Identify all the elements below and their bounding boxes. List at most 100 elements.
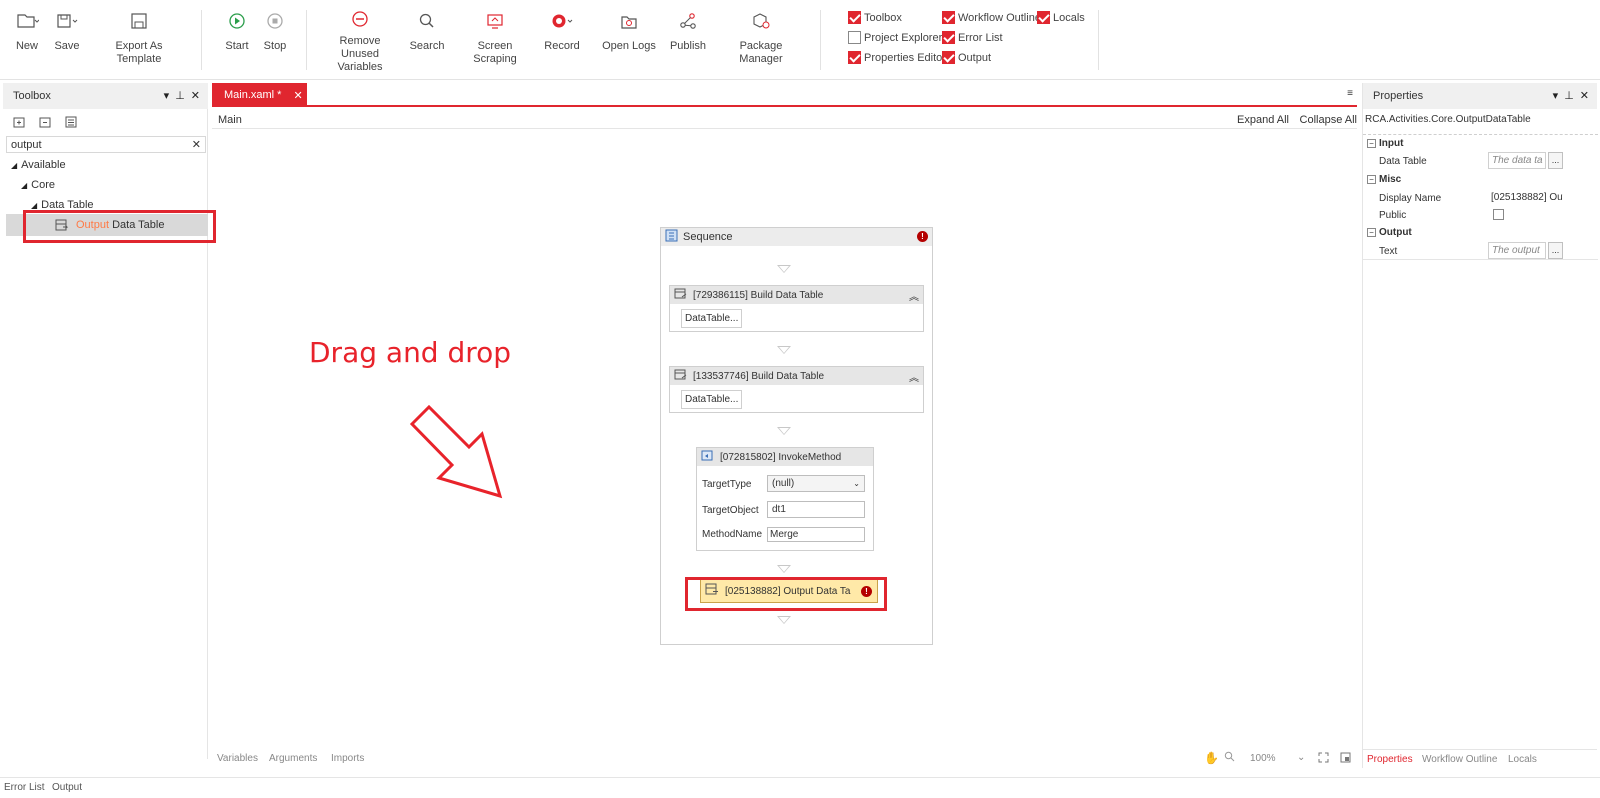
property-label: Display Name [1379, 193, 1442, 204]
expand-tree-icon[interactable] [11, 115, 27, 132]
drop-target-icon[interactable] [777, 265, 791, 273]
target-object-input[interactable]: dt1 [767, 501, 865, 518]
start-button[interactable]: Start [222, 8, 252, 74]
checkbox-checked[interactable] [848, 11, 861, 24]
dropdown-icon[interactable]: ▾ [1553, 89, 1559, 102]
activity-title: [072815802] InvokeMethod [720, 451, 842, 463]
close-tab-icon[interactable]: ✕ [293, 89, 302, 102]
pin-icon[interactable]: ⊥ [175, 89, 185, 102]
toolbox-toggle[interactable]: Toolbox [848, 11, 902, 24]
tab-main-xaml[interactable]: Main.xaml * ✕ [212, 83, 307, 107]
display-name-input[interactable]: [025138882] Out [1488, 189, 1563, 206]
list-view-icon[interactable] [63, 115, 79, 132]
property-category-input[interactable]: − Input [1363, 134, 1598, 152]
build-data-table-activity-2[interactable]: [133537746] Build Data Table ︽ DataTable… [669, 366, 924, 413]
chevron-down-icon[interactable]: ⌄ [1297, 752, 1305, 763]
dropdown-icon[interactable]: ▾ [164, 89, 170, 102]
ellipsis-button[interactable]: ... [1548, 242, 1563, 259]
workflow-outline-toggle[interactable]: Workflow Outline [942, 11, 1041, 24]
close-icon[interactable]: ✕ [1580, 89, 1589, 102]
output-tab[interactable]: Output [52, 782, 82, 793]
drop-target-icon[interactable] [777, 346, 791, 354]
properties-editor-toggle[interactable]: Properties Editor [848, 51, 946, 64]
invoke-method-activity[interactable]: [072815802] InvokeMethod TargetType (nul… [696, 447, 874, 551]
build-data-table-icon [674, 288, 688, 303]
drop-target-icon[interactable] [777, 616, 791, 624]
checkbox-checked[interactable] [942, 11, 955, 24]
method-name-input[interactable]: Merge [767, 527, 865, 542]
new-button[interactable]: New [10, 8, 44, 74]
breadcrumb[interactable]: Main [218, 114, 242, 126]
search-button[interactable]: Search [410, 8, 444, 74]
arguments-tab[interactable]: Arguments [269, 753, 317, 764]
start-label: Start [225, 40, 249, 52]
collapse-category-icon[interactable]: − [1367, 228, 1376, 237]
ellipsis-button[interactable]: ... [1548, 152, 1563, 169]
checkbox-checked[interactable] [942, 51, 955, 64]
tab-locals[interactable]: Locals [1508, 754, 1537, 765]
zoom-icon[interactable] [1224, 751, 1235, 765]
pin-icon[interactable]: ⊥ [1564, 89, 1574, 102]
fit-to-screen-icon[interactable] [1318, 752, 1329, 766]
drop-target-icon[interactable] [777, 565, 791, 573]
property-row-data-table: Data Table The data ta ... [1363, 152, 1598, 170]
tree-node-available[interactable]: ◢ Available [11, 159, 66, 171]
save-icon [55, 8, 79, 34]
collapse-tree-icon[interactable] [37, 115, 53, 132]
tab-properties[interactable]: Properties [1367, 754, 1413, 765]
tree-node-label: Available [21, 159, 66, 171]
build-data-table-activity-1[interactable]: [729386115] Build Data Table ︽ DataTable… [669, 285, 924, 332]
annotation-arrow-icon [409, 404, 503, 499]
property-category-misc[interactable]: − Misc [1363, 171, 1598, 189]
property-row-text: Text The output ... [1363, 242, 1598, 260]
drop-target-icon[interactable] [777, 427, 791, 435]
property-category-output[interactable]: − Output [1363, 224, 1598, 242]
collapse-chevron-icon[interactable]: ︽ [909, 369, 919, 384]
imports-tab[interactable]: Imports [331, 753, 364, 764]
expand-all-link[interactable]: Expand All [1237, 114, 1289, 126]
collapse-category-icon[interactable]: − [1367, 175, 1376, 184]
output-toggle[interactable]: Output [942, 51, 991, 64]
close-icon[interactable]: ✕ [191, 89, 200, 102]
data-table-input[interactable]: The data ta [1488, 152, 1546, 169]
project-explorer-toggle[interactable]: Project Explorer [848, 31, 942, 44]
checkbox-checked[interactable] [942, 31, 955, 44]
tab-overflow-icon[interactable]: ≡ [1347, 88, 1353, 99]
checkbox-checked[interactable] [848, 51, 861, 64]
record-button[interactable]: Record [544, 8, 580, 74]
publish-icon [678, 8, 698, 34]
package-manager-label: Package Manager [739, 40, 783, 65]
screen-scraping-button[interactable]: Screen Scraping [457, 8, 533, 74]
tree-node-core[interactable]: ◢ Core [21, 179, 55, 191]
locals-toggle[interactable]: Locals [1037, 11, 1085, 24]
text-output-input[interactable]: The output [1488, 242, 1546, 259]
error-list-toggle[interactable]: Error List [942, 31, 1003, 44]
overview-icon[interactable] [1340, 752, 1351, 766]
property-label: Text [1379, 246, 1398, 257]
datatable-button[interactable]: DataTable... [681, 390, 743, 409]
checkbox-checked[interactable] [1037, 11, 1050, 24]
variables-tab[interactable]: Variables [217, 753, 258, 764]
error-list-tab[interactable]: Error List [4, 782, 45, 793]
toolbox-search-input[interactable]: output ✕ [6, 136, 206, 153]
properties-title: Properties [1373, 90, 1424, 102]
tab-workflow-outline[interactable]: Workflow Outline [1422, 754, 1497, 765]
clear-search-icon[interactable]: ✕ [192, 138, 205, 151]
public-checkbox[interactable] [1493, 209, 1504, 220]
remove-unused-variables-button[interactable]: Remove Unused Variables [322, 8, 398, 74]
export-template-button[interactable]: Export As Template [94, 8, 184, 74]
collapse-chevron-icon[interactable]: ︽ [909, 288, 919, 303]
zoom-level[interactable]: 100% [1250, 753, 1276, 764]
target-type-select[interactable]: (null) ⌄ [767, 475, 865, 492]
collapse-all-link[interactable]: Collapse All [1300, 114, 1357, 126]
checkbox-unchecked[interactable] [848, 31, 861, 44]
designer-bottom-bar: Variables Arguments Imports ✋ 100% ⌄ [212, 750, 1357, 768]
save-button[interactable]: Save [52, 8, 82, 74]
open-logs-button[interactable]: Open Logs [602, 8, 656, 74]
datatable-button[interactable]: DataTable... [681, 309, 743, 328]
publish-button[interactable]: Publish [668, 8, 708, 74]
hand-pan-icon[interactable]: ✋ [1204, 751, 1219, 765]
collapse-category-icon[interactable]: − [1367, 139, 1376, 148]
package-manager-button[interactable]: Package Manager [719, 8, 803, 74]
stop-button[interactable]: Stop [260, 8, 290, 74]
